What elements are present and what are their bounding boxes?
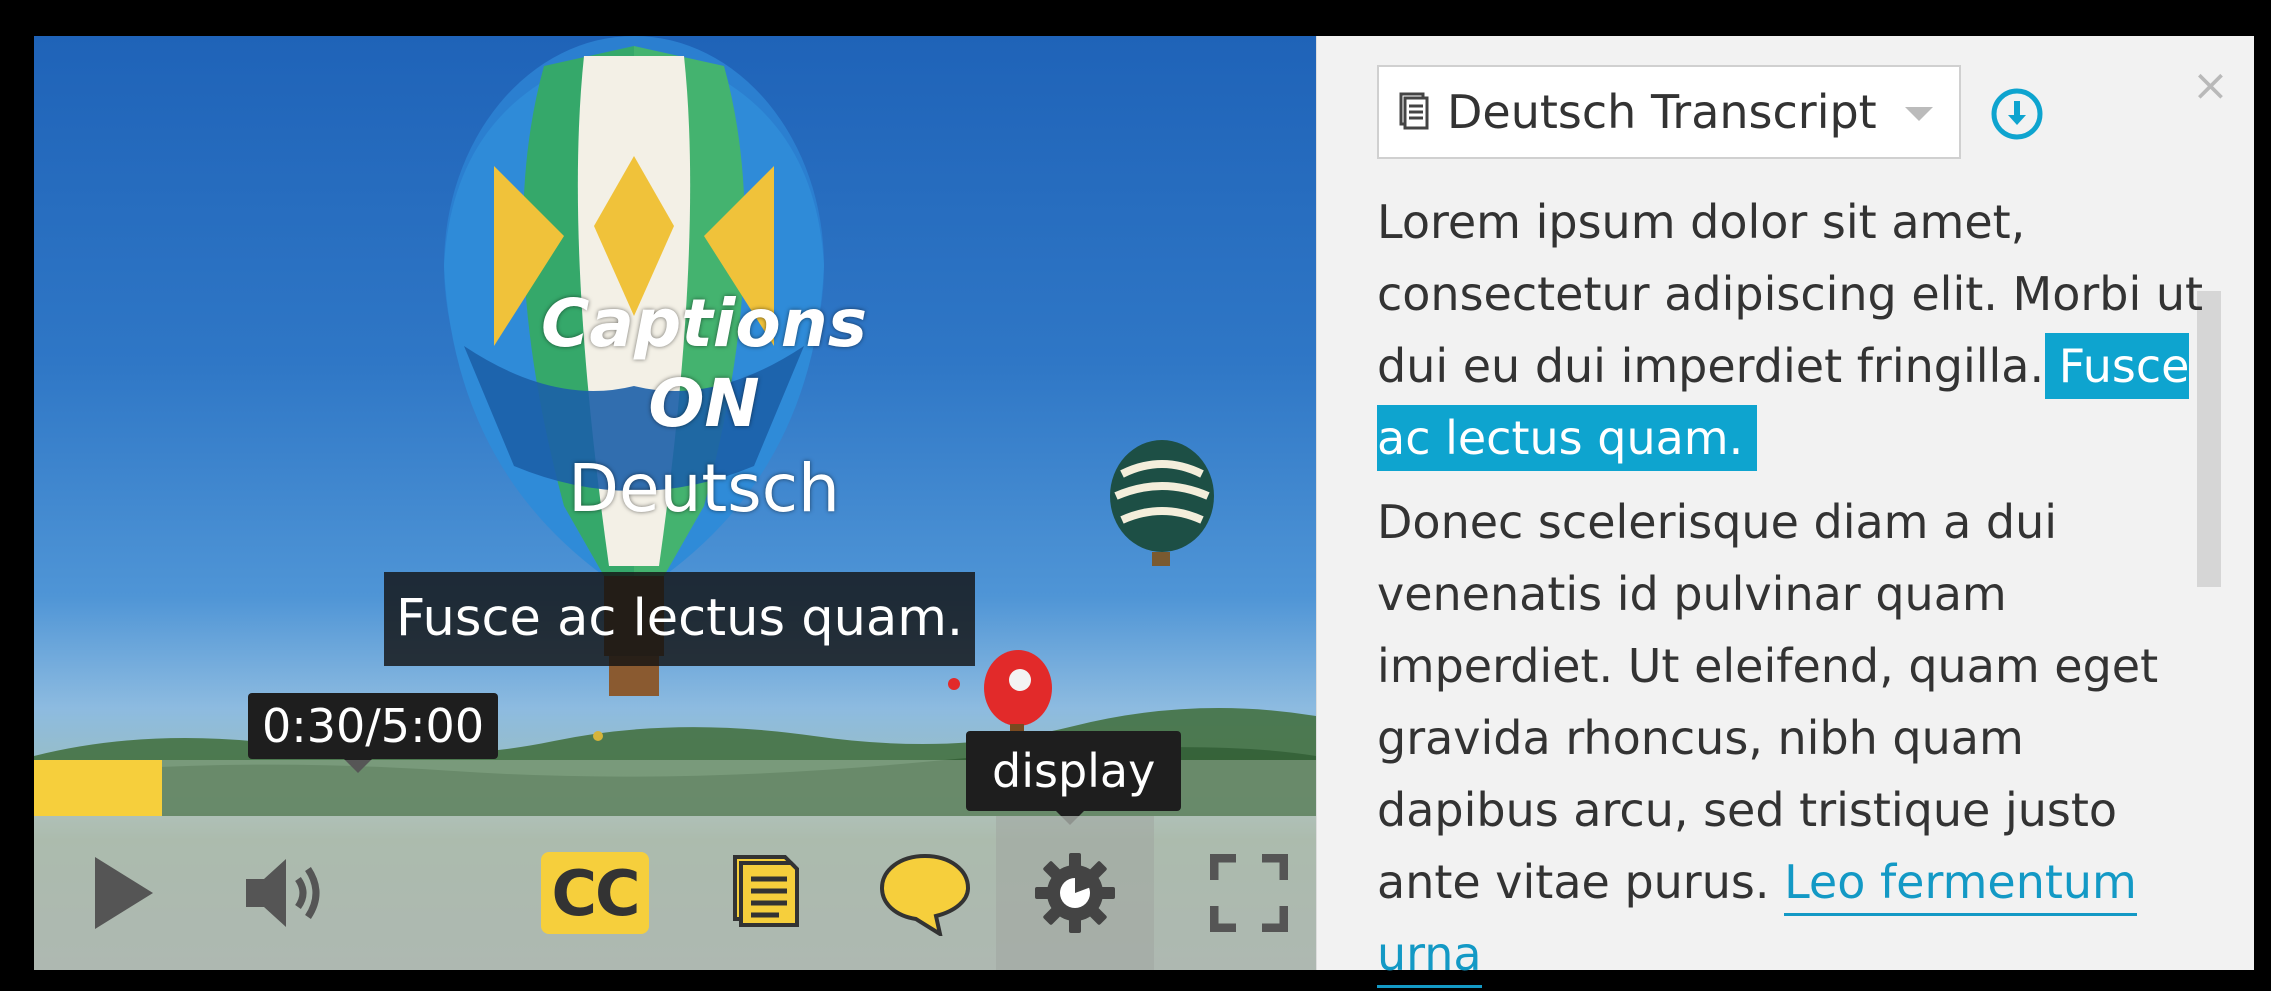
volume-icon [246, 859, 320, 927]
transcript-language-label: Deutsch Transcript [1447, 85, 1877, 139]
play-button[interactable] [74, 816, 174, 970]
caption-status-overlay: Captions ON Deutsch [474, 284, 934, 534]
play-icon [95, 857, 153, 929]
gear-icon [1035, 853, 1115, 933]
caption-status-text: Captions ON [540, 285, 867, 442]
transcript-text: Lorem ipsum dolor sit amet, consectetur … [1377, 186, 2217, 990]
transcript-language-select[interactable]: Deutsch Transcript [1377, 65, 1961, 159]
fullscreen-button[interactable] [1194, 816, 1304, 970]
cc-icon: CC [541, 852, 649, 934]
striped-balloon [1110, 440, 1214, 566]
screenshot-frame: Captions ON Deutsch Fusce ac lectus quam… [0, 0, 2271, 991]
settings-button[interactable] [996, 816, 1154, 970]
time-tooltip: 0:30/5:00 [248, 693, 499, 773]
media-player: Captions ON Deutsch Fusce ac lectus quam… [34, 36, 2254, 988]
description-button[interactable] [860, 816, 990, 970]
red-balloon [984, 650, 1052, 738]
seek-bar-progress [34, 760, 163, 816]
video-area[interactable]: Captions ON Deutsch Fusce ac lectus quam… [34, 36, 1316, 970]
fullscreen-icon [1210, 854, 1288, 932]
transcript-paragraph: Lorem ipsum dolor sit amet, consectetur … [1377, 186, 2217, 474]
settings-tooltip: display [966, 731, 1182, 825]
captions-button[interactable]: CC [536, 816, 654, 970]
chevron-down-icon [1905, 107, 1933, 121]
speech-bubble-icon [879, 853, 971, 936]
download-icon[interactable] [1990, 87, 2044, 141]
cc-label: CC [551, 856, 640, 930]
volume-button[interactable] [230, 816, 340, 970]
caption-language-text: Deutsch [568, 450, 840, 527]
close-icon[interactable]: × [2192, 64, 2229, 108]
control-bar: CC [34, 816, 1316, 970]
transcript-icon [733, 855, 799, 927]
transcript-paragraph: Donec scelerisque diam a dui venenatis i… [1377, 486, 2217, 990]
document-icon [1399, 92, 1429, 130]
caption-text: Fusce ac lectus quam. [384, 572, 976, 666]
transcript-panel: Deutsch Transcript × Lorem ipsum dolor s… [1316, 36, 2254, 988]
transcript-button[interactable] [714, 816, 824, 970]
transcript-sentence[interactable]: Donec scelerisque diam a dui venenatis i… [1377, 495, 2158, 909]
